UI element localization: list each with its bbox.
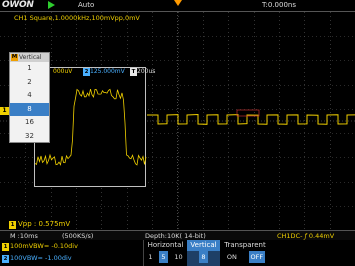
- vertical-menu-item-2[interactable]: 2: [10, 76, 49, 90]
- zoom-waveform: [35, 68, 147, 188]
- vertical-menu-item-1[interactable]: 1: [10, 62, 49, 76]
- vertical-menu-item-8[interactable]: 8: [10, 103, 49, 117]
- ch1-offset-marker[interactable]: 1: [0, 107, 9, 115]
- zoom-time-scale: T 200us: [130, 67, 155, 76]
- horizontal-option-10[interactable]: 10: [172, 251, 184, 263]
- vertical-zoom-menu[interactable]: M Vertical 1 2 4 8 16 32: [9, 52, 50, 143]
- zoom-ch1-waveform: [35, 89, 146, 165]
- measurement-channel-tag: 1: [9, 221, 16, 229]
- transparent-option-off[interactable]: OFF: [249, 251, 266, 263]
- run-indicator-icon: [48, 1, 55, 9]
- sample-rate-readout: (500KS/s): [62, 232, 93, 240]
- vertical-menu-item-4[interactable]: 4: [10, 89, 49, 103]
- softkey-vertical[interactable]: Vertical 8: [187, 240, 220, 266]
- ch1-scale-readout[interactable]: 1 100mVBW= -0.10div: [2, 242, 78, 251]
- softkey-horizontal[interactable]: Horizontal 1 5 10: [143, 240, 187, 266]
- zoom-time-tag: T: [130, 68, 137, 76]
- transparent-option-on[interactable]: ON: [225, 251, 239, 263]
- bottom-bar: 1 100mVBW= -0.10div 2 100VBW= -1.00div Hor…: [0, 240, 355, 266]
- vertical-menu-item-32[interactable]: 32: [10, 130, 49, 144]
- trigger-position-marker-icon[interactable]: [174, 0, 182, 6]
- trigger-info: CH1DC- ƒ 0.44mV: [277, 232, 334, 240]
- memory-depth-readout: Depth:10K( 14-bit): [145, 232, 206, 240]
- horizontal-option-1[interactable]: 1: [146, 251, 154, 263]
- trigger-mode-label: Auto: [78, 1, 94, 9]
- horizontal-option-5[interactable]: 5: [159, 251, 167, 263]
- acquisition-info-row: M :10ms (500KS/s) Depth:10K( 14-bit) CH1…: [0, 230, 355, 240]
- zoom-ch2-scale: 2 125.000mV: [83, 67, 125, 76]
- zoom-ch2-tag: 2: [83, 68, 90, 76]
- vertical-option-8[interactable]: 8: [199, 251, 207, 263]
- softkey-transparent[interactable]: Transparent ON OFF: [220, 240, 270, 266]
- vpp-measurement: 1 Vpp : 0.575mV: [9, 220, 70, 229]
- top-status-bar: OWON Auto T:0.000ns: [0, 0, 355, 11]
- timebase-readout: M :10ms: [10, 232, 38, 240]
- time-offset-readout: T:0.000ns: [262, 1, 296, 9]
- zoom-ch1-scale: 000uV: [53, 67, 72, 76]
- menu-tag: M: [11, 54, 18, 61]
- ch2-scale-readout[interactable]: 2 100VBW= -1.00div: [2, 254, 72, 263]
- owon-logo: OWON: [2, 0, 34, 10]
- zoom-window[interactable]: [34, 67, 146, 187]
- signal-description: CH1 Square,1.0000kHz,100mVpp,0mV: [14, 14, 140, 22]
- vertical-menu-title: M Vertical: [10, 53, 49, 62]
- vertical-menu-item-16[interactable]: 16: [10, 116, 49, 130]
